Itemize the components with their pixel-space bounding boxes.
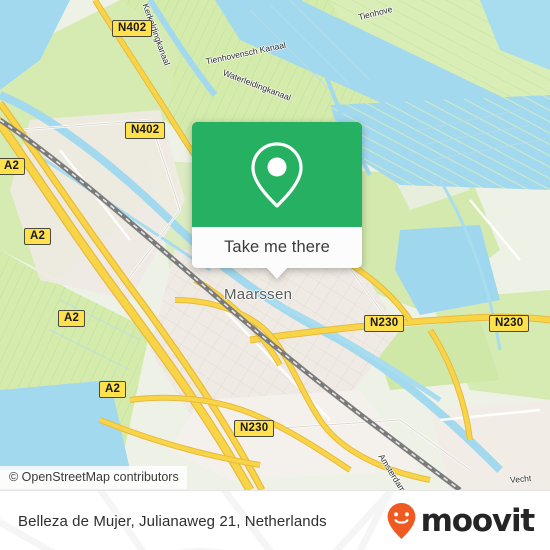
road-shield-n402[interactable]: N402 [125,122,166,139]
footer-address: Belleza de Mujer, Julianaweg 21, Netherl… [18,491,327,550]
map-attribution[interactable]: © OpenStreetMap contributors [0,466,187,489]
road-shield-n402[interactable]: N402 [112,20,153,37]
road-shield-n230[interactable]: N230 [489,315,530,332]
map-screenshot: Tienhovensch Kanaal Waterleidingkanaal T… [0,0,550,550]
road-shield-a2[interactable]: A2 [58,310,86,327]
popup-tail-icon [266,267,288,279]
map-canvas[interactable]: Tienhovensch Kanaal Waterleidingkanaal T… [0,0,550,490]
road-shield-a2[interactable]: A2 [0,158,26,175]
map-city-label: Maarssen [224,286,293,303]
map-label: Vecht [509,473,532,485]
moovit-wordmark: moovit [420,503,536,539]
popup-icon-panel [192,122,362,227]
moovit-logo[interactable]: moovit [386,491,536,550]
road-shield-a2[interactable]: A2 [24,228,52,245]
take-me-there-button[interactable]: Take me there [192,227,362,279]
map-pin-icon [251,141,303,208]
moovit-pin-smile-icon [387,503,416,539]
take-me-there-label: Take me there [224,238,330,256]
footer-address-text: Belleza de Mujer, Julianaweg 21, Netherl… [18,512,327,530]
road-shield-n230[interactable]: N230 [364,315,405,332]
location-popup[interactable]: Take me there [192,122,362,279]
road-shield-a2[interactable]: A2 [99,381,127,398]
road-shield-n230[interactable]: N230 [234,420,275,437]
footer-bar: Belleza de Mujer, Julianaweg 21, Netherl… [0,490,550,550]
